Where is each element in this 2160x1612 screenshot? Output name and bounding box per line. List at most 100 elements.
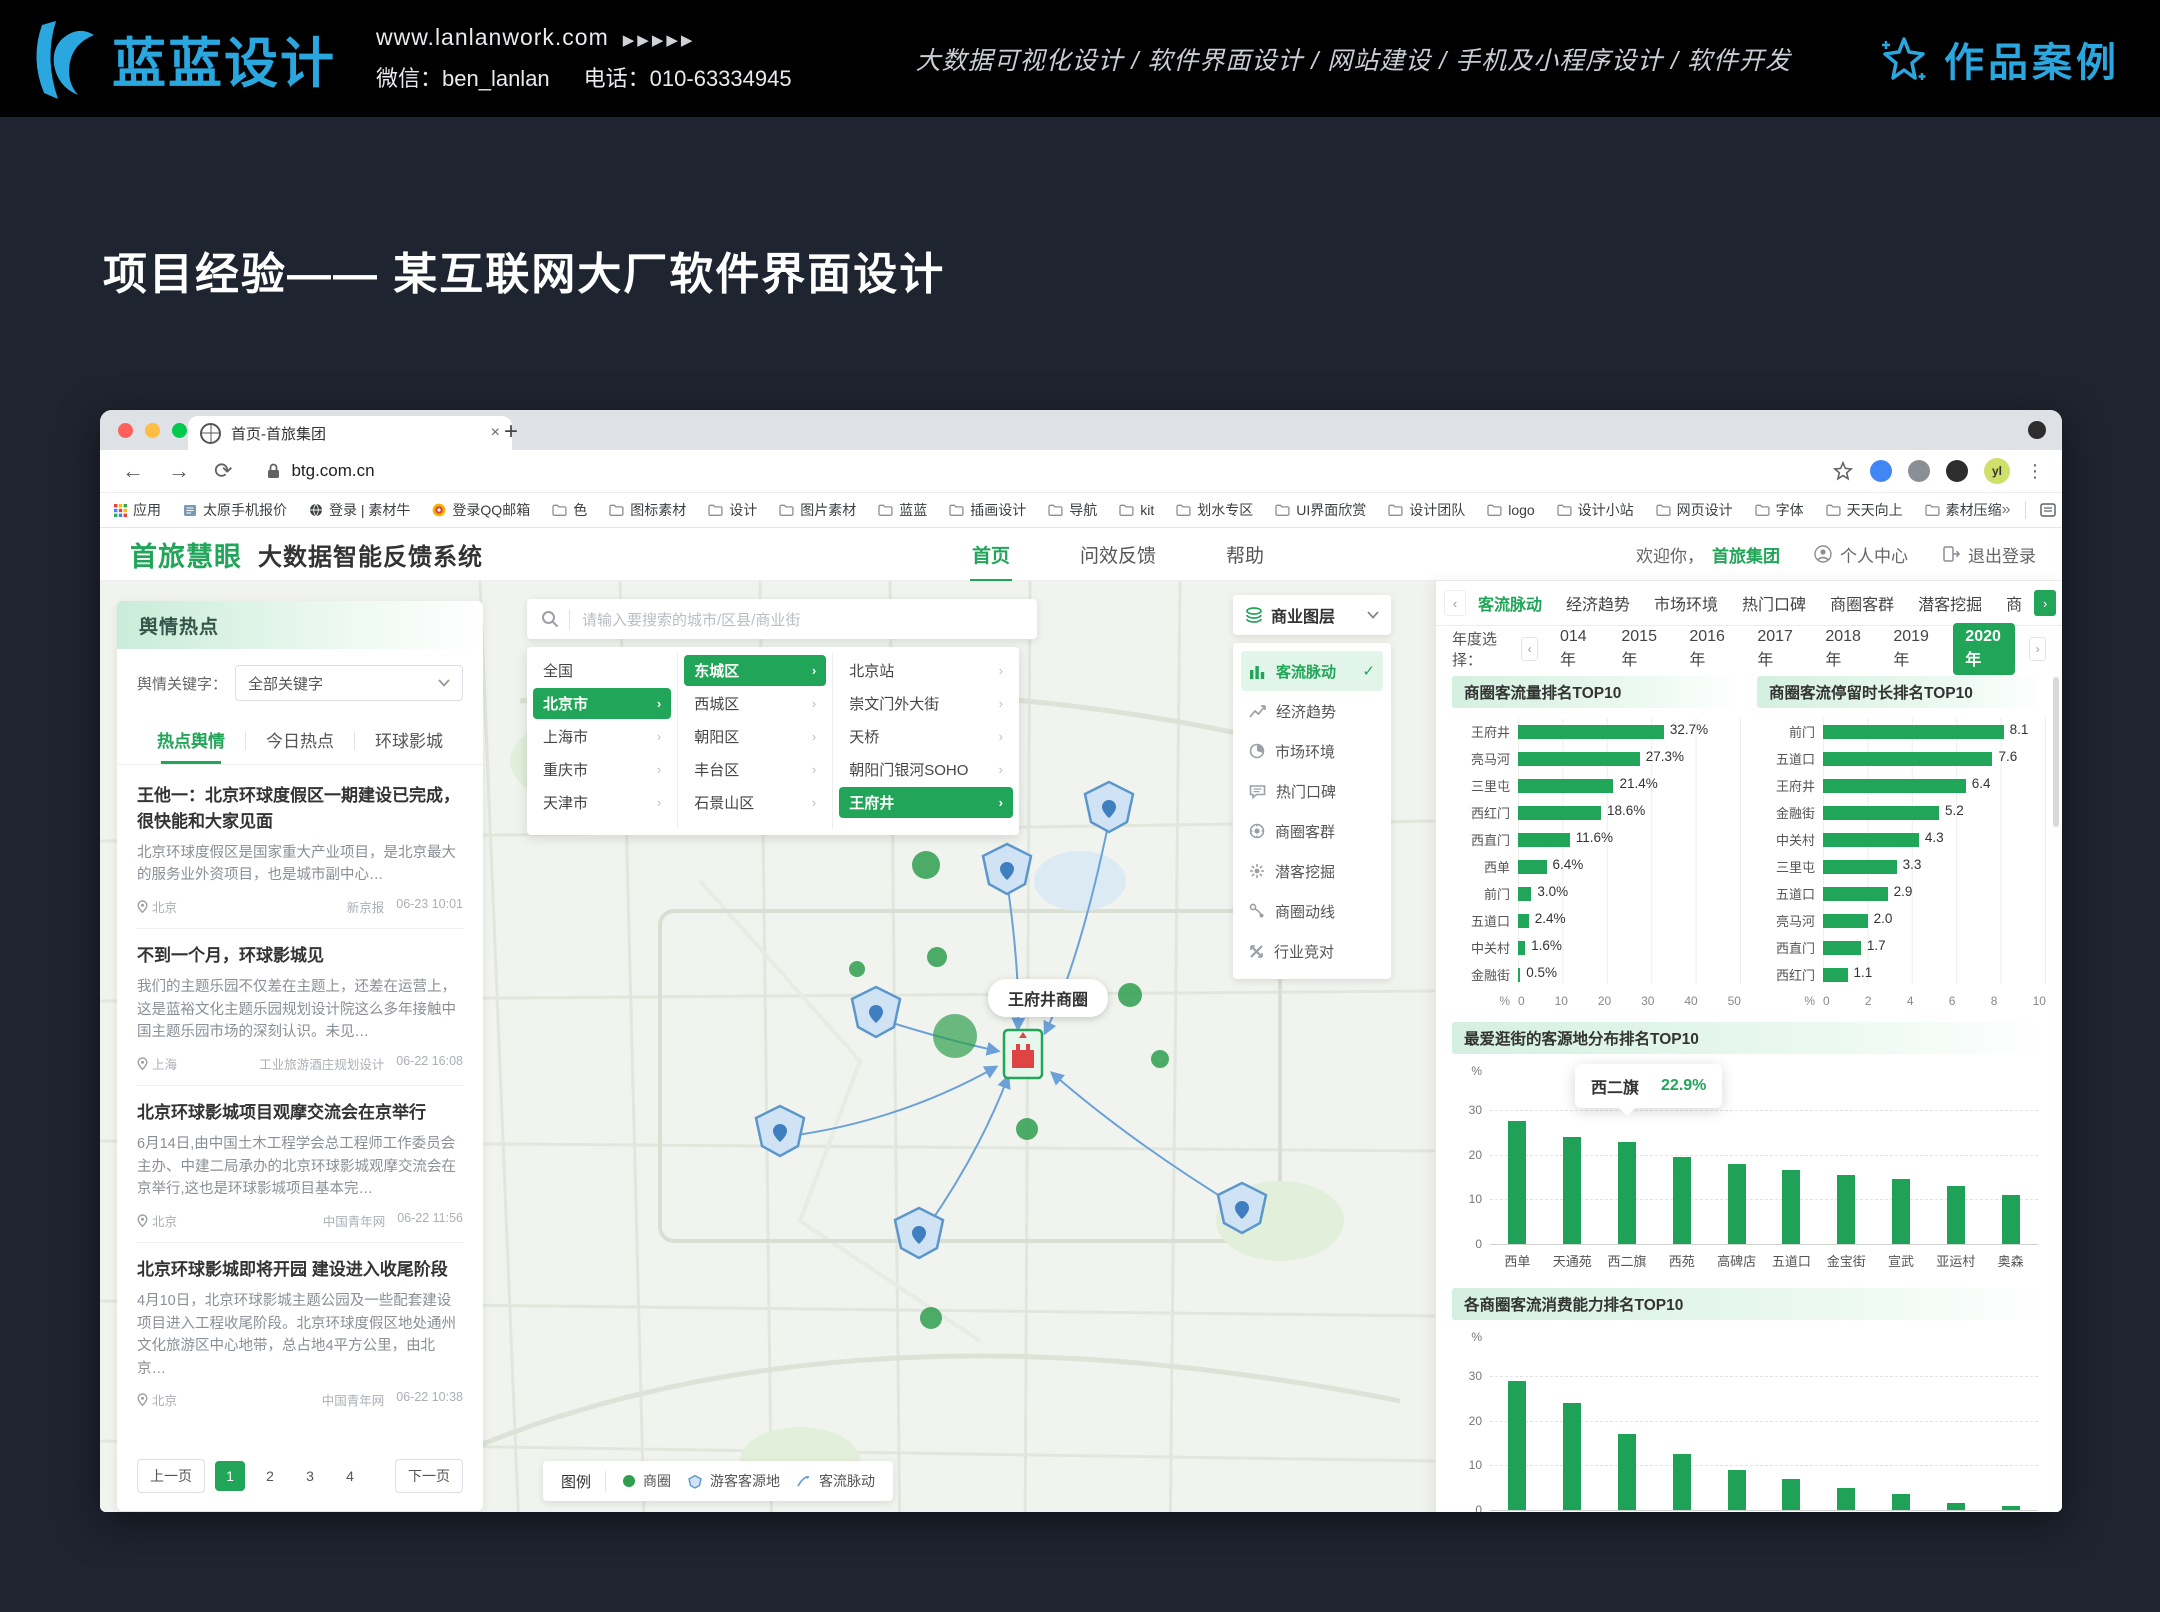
bookmark-item[interactable]: 蓝蓝 — [878, 500, 927, 520]
bookmark-item[interactable]: logo — [1487, 502, 1534, 518]
cascade-item-西城区[interactable]: 西城区› — [684, 688, 826, 719]
maximize-window-icon[interactable] — [172, 423, 187, 438]
nav-item-首页[interactable]: 首页 — [970, 529, 1012, 580]
map-search-input[interactable]: 请输入要搜索的城市/区县/商业街 — [527, 599, 1037, 639]
extension-blue-icon[interactable] — [1870, 460, 1892, 482]
cascade-item-天津市[interactable]: 天津市› — [533, 787, 671, 818]
close-window-icon[interactable] — [118, 423, 133, 438]
bookmark-item[interactable]: 划水专区 — [1176, 500, 1253, 520]
back-icon[interactable]: ← — [122, 458, 144, 484]
news-item[interactable]: 北京环球影城即将开园 建设进入收尾阶段4月10日，北京环球影城主题公园及一些配套… — [137, 1243, 463, 1421]
window-controls[interactable] — [118, 423, 187, 438]
panel-scrollbar[interactable] — [2053, 677, 2059, 827]
cascade-item-北京市[interactable]: 北京市› — [533, 688, 671, 719]
news-item[interactable]: 王他一：北京环球度假区一期建设已完成，很快能和大家见面北京环球度假区是国家重大产… — [137, 769, 463, 929]
cascade-item-天桥[interactable]: 天桥› — [839, 721, 1013, 752]
selected-area-label[interactable]: 王府井商圈 — [988, 979, 1108, 1017]
panel-tab-市场环境[interactable]: 市场环境 — [1642, 591, 1730, 615]
bookmark-item[interactable]: 网页设计 — [1656, 500, 1733, 520]
extension-dark-icon[interactable] — [1946, 460, 1968, 482]
layer-item-商圈客群[interactable]: 商圈客群 — [1241, 811, 1383, 851]
year-2015年[interactable]: 2015年 — [1613, 623, 1667, 675]
forward-icon[interactable]: → — [168, 458, 190, 484]
profile-link[interactable]: 个人中心 — [1814, 542, 1908, 567]
next-page-button[interactable]: 下一页 — [395, 1459, 463, 1493]
bookmark-item[interactable]: 素材压缩 — [1925, 500, 2002, 520]
keyword-select[interactable]: 全部关键字 — [235, 665, 463, 701]
tabs-scroll-left-icon[interactable]: ‹ — [1444, 590, 1466, 616]
avatar[interactable]: yl — [1984, 458, 2010, 484]
sidebar-tab[interactable]: 热点舆情 — [137, 717, 245, 764]
nav-item-问效反馈[interactable]: 问效反馈 — [1078, 529, 1158, 580]
cascade-item-王府井[interactable]: 王府井› — [839, 787, 1013, 818]
bookmark-star-icon[interactable] — [1832, 460, 1854, 482]
reload-icon[interactable]: ⟳ — [214, 458, 232, 484]
page-number-1[interactable]: 1 — [215, 1461, 245, 1491]
year-2018年[interactable]: 2018年 — [1817, 623, 1871, 675]
year-2019年[interactable]: 2019年 — [1885, 623, 1939, 675]
sidebar-tab[interactable]: 环球影城 — [355, 717, 463, 764]
new-tab-button[interactable]: + — [504, 418, 518, 446]
bookmark-item[interactable]: UI界面欣赏 — [1275, 500, 1366, 520]
minimize-window-icon[interactable] — [145, 423, 160, 438]
bookmark-item[interactable]: 登录QQ邮箱 — [432, 500, 530, 520]
layer-item-市场环境[interactable]: 市场环境 — [1241, 731, 1383, 771]
browser-tab[interactable]: 首页-首旅集团 × — [188, 416, 512, 450]
bookmark-item[interactable]: 应用 — [114, 500, 161, 520]
prev-page-button[interactable]: 上一页 — [137, 1459, 205, 1493]
bookmark-item[interactable]: 设计小站 — [1557, 500, 1634, 520]
tab-close-icon[interactable]: × — [491, 424, 500, 442]
browser-profile-icon[interactable] — [2028, 421, 2046, 439]
layer-item-商圈动线[interactable]: 商圈动线 — [1241, 891, 1383, 931]
page-number-4[interactable]: 4 — [335, 1461, 365, 1491]
layer-item-客流脉动[interactable]: 客流脉动✓ — [1241, 651, 1383, 691]
page-number-3[interactable]: 3 — [295, 1461, 325, 1491]
bookmark-item[interactable]: 设计 — [708, 500, 757, 520]
tabs-scroll-right-icon[interactable]: › — [2034, 590, 2056, 616]
cascade-item-北京站[interactable]: 北京站› — [839, 655, 1013, 686]
browser-menu-icon[interactable]: ⋮ — [2026, 461, 2044, 482]
year-2016年[interactable]: 2016年 — [1681, 623, 1735, 675]
year-014年[interactable]: 014年 — [1552, 623, 1599, 675]
year-scroll-left-icon[interactable]: ‹ — [1521, 637, 1538, 661]
visitor-origin-markers[interactable] — [756, 782, 1266, 1258]
bookmark-item[interactable]: 天天向上 — [1826, 500, 1903, 520]
panel-tab-客流脉动[interactable]: 客流脉动 — [1466, 591, 1554, 615]
panel-tab-潜客挖掘[interactable]: 潜客挖掘 — [1906, 591, 1994, 615]
logout-link[interactable]: 退出登录 — [1942, 542, 2036, 567]
year-2020年[interactable]: 2020年 — [1953, 623, 2015, 675]
page-number-2[interactable]: 2 — [255, 1461, 285, 1491]
url-field[interactable]: btg.com.cn — [266, 461, 374, 481]
news-item[interactable]: 不到一个月，环球影城见我们的主题乐园不仅差在主题上，还差在运营上，这是蓝裕文化主… — [137, 929, 463, 1086]
cascade-item-朝阳门银河SOHO[interactable]: 朝阳门银河SOHO› — [839, 754, 1013, 785]
panel-tab-商圈客群[interactable]: 商圈客群 — [1818, 591, 1906, 615]
panel-tab-经济趋势[interactable]: 经济趋势 — [1554, 591, 1642, 615]
layer-item-潜客挖掘[interactable]: 潜客挖掘 — [1241, 851, 1383, 891]
bookmark-item[interactable]: 登录 | 素材牛 — [309, 500, 410, 520]
bookmark-item[interactable]: 太原手机报价 — [183, 500, 287, 520]
cascade-item-上海市[interactable]: 上海市› — [533, 721, 671, 752]
bookmark-item[interactable]: kit — [1119, 502, 1154, 518]
portfolio-link[interactable]: 作品案例 — [1878, 30, 2120, 88]
layers-dropdown[interactable]: 商业图层 — [1233, 595, 1391, 635]
panel-tab-商[interactable]: 商 — [1994, 591, 2034, 615]
bookmark-item[interactable]: 插画设计 — [949, 500, 1026, 520]
panel-tab-热门口碑[interactable]: 热门口碑 — [1730, 591, 1818, 615]
bookmark-item[interactable]: 导航 — [1048, 500, 1097, 520]
cascade-item-丰台区[interactable]: 丰台区› — [684, 754, 826, 785]
layer-item-行业竞对[interactable]: 行业竞对 — [1241, 931, 1383, 971]
cascade-item-朝阳区[interactable]: 朝阳区› — [684, 721, 826, 752]
year-2017年[interactable]: 2017年 — [1749, 623, 1803, 675]
bookmark-item[interactable]: 字体 — [1755, 500, 1804, 520]
cascade-item-崇文门外大街[interactable]: 崇文门外大街› — [839, 688, 1013, 719]
cascade-item-东城区[interactable]: 东城区› — [684, 655, 826, 686]
layer-item-热门口碑[interactable]: 热门口碑 — [1241, 771, 1383, 811]
cascade-item-重庆市[interactable]: 重庆市› — [533, 754, 671, 785]
news-item[interactable]: 北京环球影城项目观摩交流会在京举行6月14日,由中国土木工程学会总工程师工作委员… — [137, 1086, 463, 1243]
nav-item-帮助[interactable]: 帮助 — [1224, 529, 1266, 580]
bookmark-item[interactable]: 设计团队 — [1388, 500, 1465, 520]
bookmark-item[interactable]: 图片素材 — [779, 500, 856, 520]
selected-business-marker[interactable] — [1004, 1030, 1042, 1078]
sidebar-tab[interactable]: 今日热点 — [246, 717, 354, 764]
cascade-item-全国[interactable]: 全国 — [533, 655, 671, 686]
